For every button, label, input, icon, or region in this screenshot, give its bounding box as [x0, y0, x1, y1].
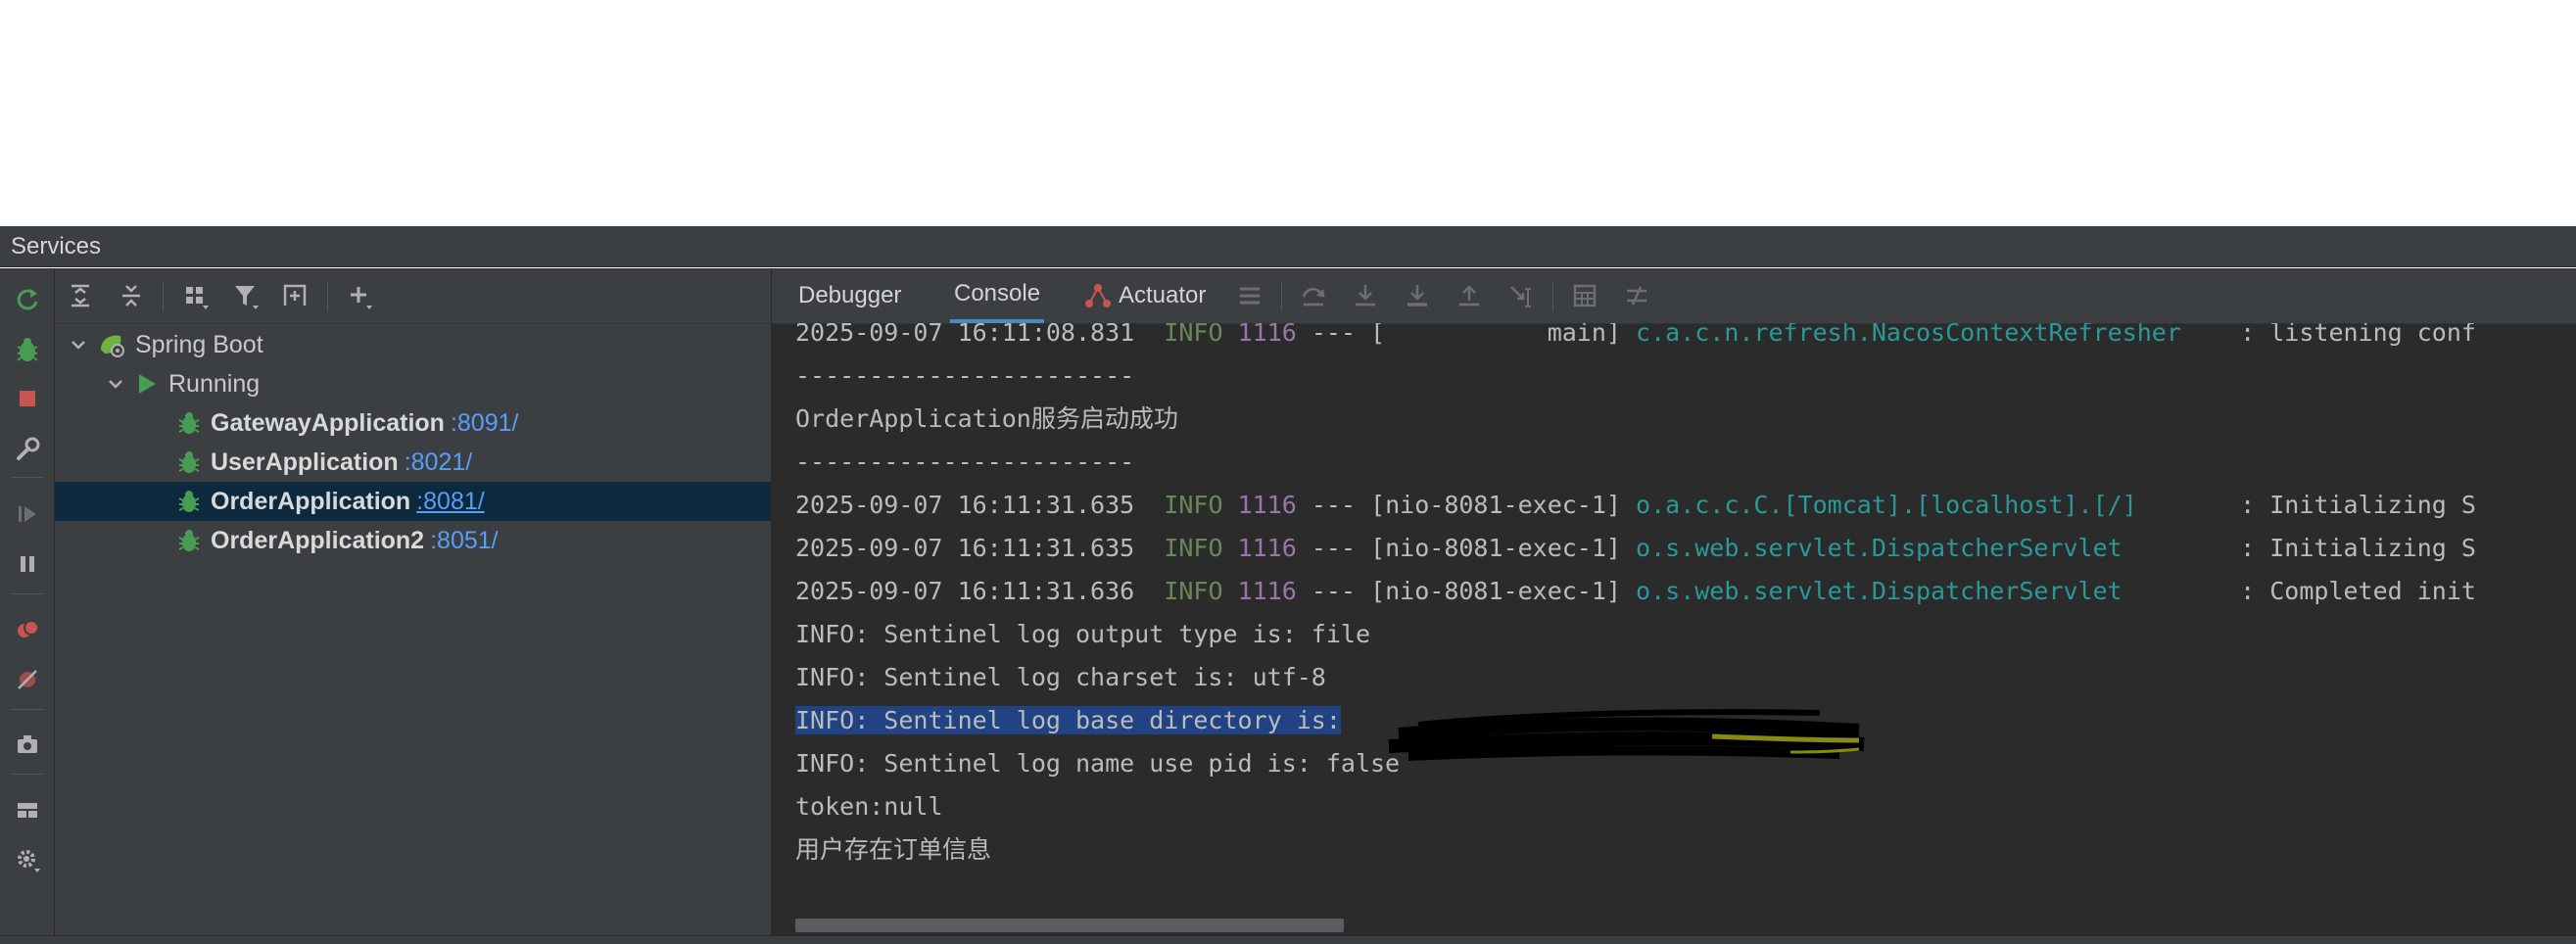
console-line: 2025-09-07 16:11:31.635 INFO 1116 --- [n… — [795, 491, 2476, 519]
console-tab-bar: Debugger Console Actuator — [772, 268, 2576, 324]
debug-bug-icon — [178, 530, 200, 551]
settings-icon[interactable] — [9, 841, 46, 878]
console-line: 2025-09-07 16:11:08.831 INFO 1116 --- [ … — [795, 323, 2476, 347]
app-port-link[interactable]: :8021/ — [405, 448, 473, 476]
app-port-link[interactable]: :8051/ — [430, 527, 499, 554]
tab-label: Actuator — [1119, 282, 1207, 308]
app-name: GatewayApplication — [211, 408, 445, 437]
tab-label: Debugger — [798, 282, 902, 308]
app-name: OrderApplication — [211, 487, 411, 515]
step-over-icon[interactable] — [1295, 277, 1332, 314]
console-line: OrderApplication服务启动成功 — [795, 404, 1178, 433]
tree-item-gateway-application[interactable]: GatewayApplication:8091/ — [55, 403, 771, 443]
tab-console[interactable]: Console — [950, 268, 1045, 323]
app-name: UserApplication — [211, 448, 399, 476]
tree-node-label: Running — [168, 369, 261, 398]
evaluate-icon[interactable] — [1566, 277, 1603, 314]
tree-node-label: Spring Boot — [135, 330, 263, 358]
camera-icon[interactable] — [9, 726, 46, 763]
new-tab-icon[interactable] — [276, 277, 313, 314]
run-icon — [139, 374, 156, 394]
run-to-cursor-icon[interactable] — [1503, 277, 1540, 314]
wrench-icon[interactable] — [9, 431, 46, 468]
tab-label: Console — [954, 280, 1041, 307]
console-line: 2025-09-07 16:11:31.635 INFO 1116 --- [n… — [795, 534, 2476, 562]
pause-icon[interactable] — [9, 545, 46, 583]
mute-breakpoints-icon[interactable] — [9, 661, 46, 698]
console-output[interactable]: 2025-09-07 16:11:08.831 INFO 1116 --- [ … — [772, 323, 2576, 935]
console-line: 2025-09-07 16:11:31.636 INFO 1116 --- [n… — [795, 577, 2476, 605]
debug-bug-icon — [178, 451, 200, 473]
add-icon[interactable] — [341, 277, 378, 314]
tab-actuator[interactable]: Actuator — [1083, 268, 1206, 323]
breakpoints-icon[interactable] — [9, 611, 46, 648]
debug-icon[interactable] — [9, 331, 46, 368]
debug-bug-icon — [178, 412, 200, 434]
console-line: INFO: Sentinel log charset is: utf-8 — [795, 663, 1326, 691]
blank-area — [0, 0, 2576, 226]
filter-icon[interactable] — [227, 277, 264, 314]
expand-all-icon[interactable] — [62, 277, 99, 314]
chevron-down-icon[interactable] — [106, 374, 125, 394]
resume-icon[interactable] — [9, 496, 46, 533]
tree-toolbar — [55, 268, 772, 324]
rerun-icon[interactable] — [9, 281, 46, 318]
step-into-icon[interactable] — [1347, 277, 1384, 314]
layout-icon[interactable] — [9, 791, 46, 828]
tree-item-user-application[interactable]: UserApplication:8021/ — [55, 443, 771, 482]
console-line: 用户存在订单信息 — [795, 835, 992, 864]
services-title: Services — [11, 233, 102, 260]
console-line: token:null — [795, 792, 943, 821]
actuator-icon — [1085, 284, 1111, 307]
tree-node-running[interactable]: Running — [55, 364, 771, 403]
stop-icon[interactable] — [9, 380, 46, 417]
tree-node-spring-boot[interactable]: Spring Boot — [55, 325, 771, 364]
services-tree-panel: Spring Boot Running GatewayApplication:8… — [55, 268, 772, 935]
step-out-icon[interactable] — [1451, 277, 1488, 314]
console-panel: Debugger Console Actuator 2025-09-07 16:… — [772, 268, 2576, 935]
left-action-strip — [0, 268, 55, 935]
group-icon[interactable] — [177, 277, 215, 314]
menu-icon[interactable] — [1231, 277, 1268, 314]
chevron-down-icon[interactable] — [69, 335, 88, 354]
spring-boot-icon — [101, 335, 124, 357]
tree-item-order-application2[interactable]: OrderApplication2:8051/ — [55, 521, 771, 560]
debug-bug-icon — [178, 491, 200, 512]
console-line: INFO: Sentinel log output type is: file — [795, 620, 1370, 648]
app-name: OrderApplication2 — [211, 526, 425, 554]
app-port-link[interactable]: :8081/ — [416, 488, 485, 515]
console-line: INFO: Sentinel log name use pid is: fals… — [795, 749, 1401, 778]
console-line: ----------------------- — [795, 361, 1135, 390]
trace-icon[interactable] — [1618, 277, 1655, 314]
app-port-link[interactable]: :8091/ — [451, 409, 519, 437]
redaction-scribble — [1388, 709, 1865, 761]
horizontal-scrollbar[interactable] — [795, 919, 1344, 932]
collapse-all-icon[interactable] — [113, 277, 150, 314]
force-step-into-icon[interactable] — [1399, 277, 1436, 314]
tab-debugger[interactable]: Debugger — [798, 268, 901, 323]
console-line: ----------------------- — [795, 448, 1135, 476]
services-header: Services — [0, 226, 2576, 267]
tree-item-order-application[interactable]: OrderApplication:8081/ — [55, 482, 771, 521]
